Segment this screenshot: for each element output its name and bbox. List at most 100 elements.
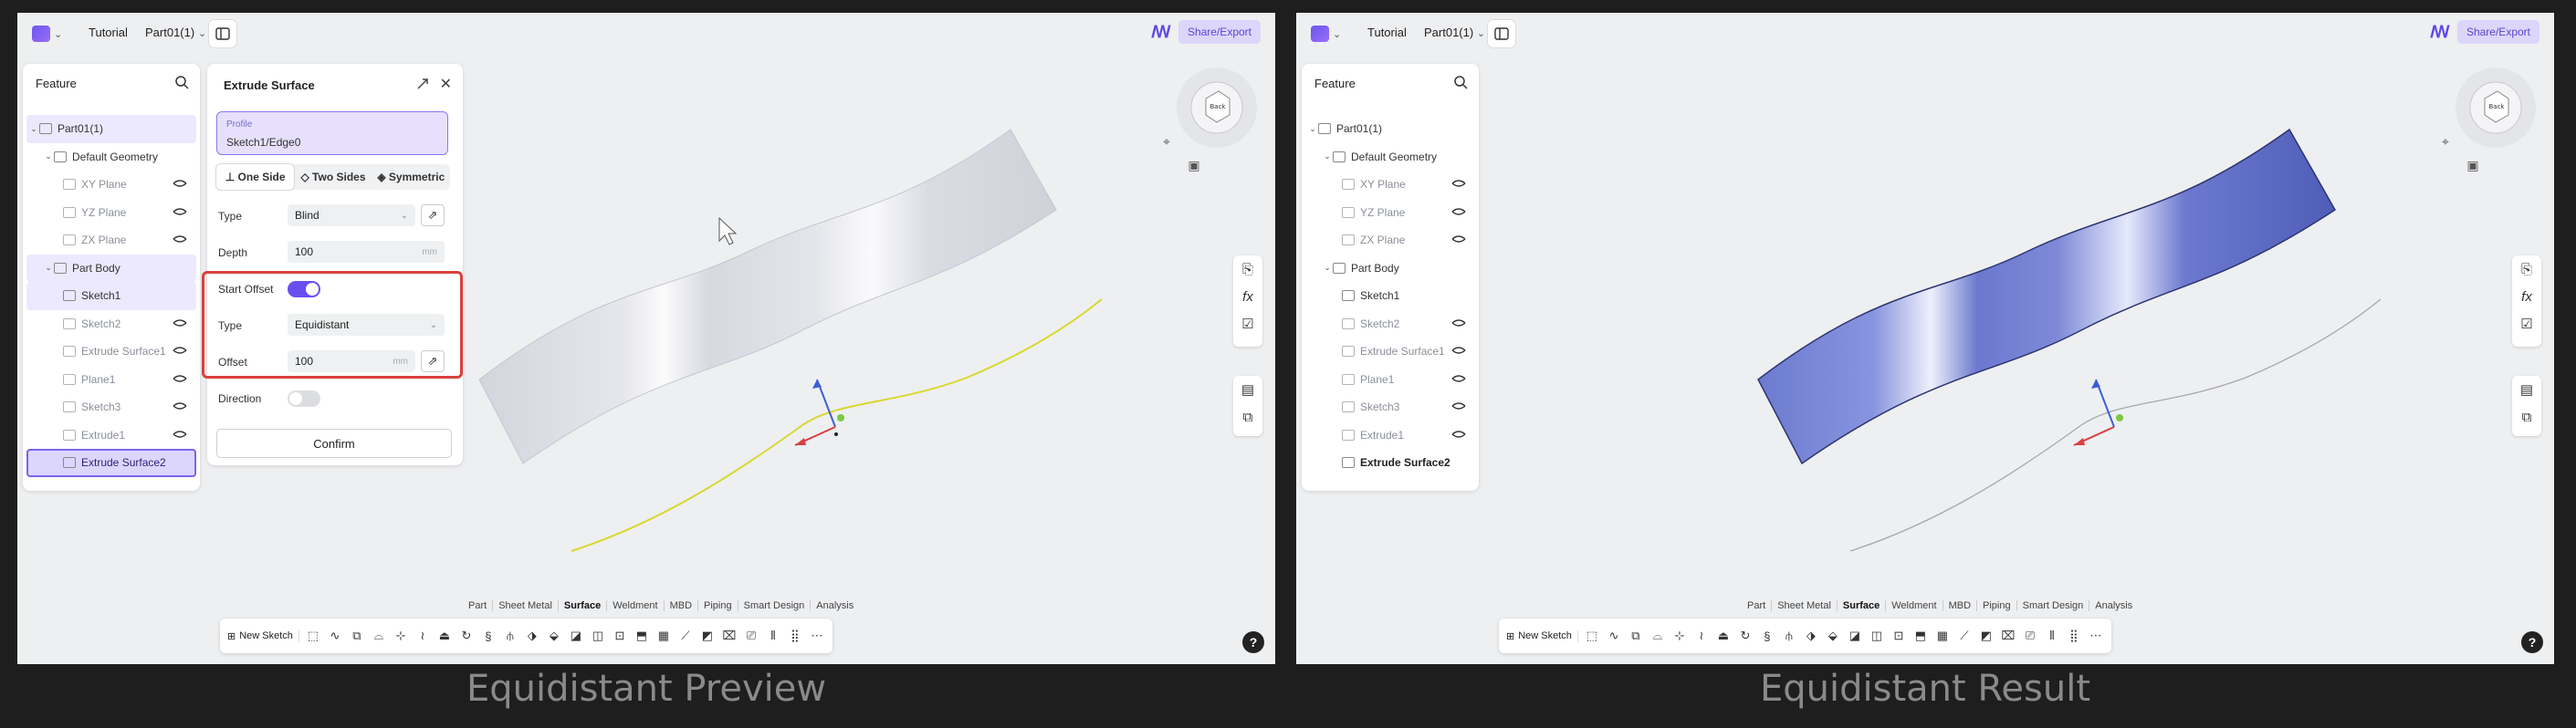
tab-smart-design[interactable]: Smart Design (2017, 600, 2090, 611)
share-export-button[interactable]: Share/Export (1178, 20, 1261, 44)
eye-icon[interactable] (173, 374, 187, 383)
tree-item-extrude1[interactable]: Extrude1 (1305, 421, 1475, 450)
offset-reverse-button[interactable]: ⇗ (421, 350, 445, 372)
new-sketch-button[interactable]: ⊞ New Sketch (227, 629, 299, 642)
breadcrumb-document[interactable]: Part01(1) ⌄ (145, 26, 206, 39)
patch-tool-icon[interactable]: ◪ (1847, 628, 1863, 644)
tree-item-extrude-surface2[interactable]: Extrude Surface2 (1305, 449, 1475, 477)
curve-tool-icon[interactable]: ∿ (1606, 628, 1622, 644)
tab-part[interactable]: Part (463, 600, 494, 611)
tree-item-extrude-surface1[interactable]: Extrude Surface1 (1305, 338, 1475, 366)
trim-tool-icon[interactable]: ◫ (1869, 628, 1885, 644)
tree-item-zx-plane[interactable]: ZX Plane (1305, 226, 1475, 255)
tree-item-yz-plane[interactable]: YZ Plane (26, 199, 196, 227)
view-cube[interactable]: Back (1173, 64, 1261, 151)
box-tool-icon[interactable]: ⬚ (1584, 628, 1600, 644)
eye-icon[interactable] (173, 318, 187, 328)
share-export-button[interactable]: Share/Export (2456, 20, 2539, 44)
replace-tool-icon[interactable]: ⎚ (2022, 628, 2038, 644)
loft-tool-icon[interactable]: ⫛ (502, 628, 518, 644)
eye-icon[interactable] (1451, 430, 1466, 439)
offset-tool-icon[interactable]: ⬙ (1825, 628, 1841, 644)
tree-item-extrude1[interactable]: Extrude1 (26, 421, 196, 450)
revolve-tool-icon[interactable]: ↻ (1737, 628, 1754, 644)
tree-item-sketch3[interactable]: Sketch3 (1305, 393, 1475, 421)
eye-icon[interactable] (1451, 207, 1466, 216)
trim-tool-icon[interactable]: ◫ (590, 628, 606, 644)
table-icon[interactable]: ▤ (1238, 376, 1258, 403)
offset-input[interactable]: 100 mm (288, 350, 415, 372)
help-icon[interactable]: ? (2521, 631, 2543, 653)
thicken-tool-icon[interactable]: ▦ (655, 628, 672, 644)
tree-item-yz-plane[interactable]: YZ Plane (1305, 199, 1475, 227)
tab-sheet-metal[interactable]: Sheet Metal (493, 600, 559, 611)
tab-mbd[interactable]: MBD (665, 600, 699, 611)
offset-tool-icon[interactable]: ⬙ (546, 628, 562, 644)
eye-icon[interactable] (1451, 235, 1466, 244)
tree-item-extrude-surface2[interactable]: Extrude Surface2 (26, 449, 196, 477)
spline-tool-icon[interactable]: ≀ (414, 628, 431, 644)
tree-item-sketch3[interactable]: Sketch3 (26, 393, 196, 421)
assembly-icon[interactable]: ⧉ (2517, 403, 2537, 431)
patch-tool-icon[interactable]: ◪ (568, 628, 584, 644)
delete-face-tool-icon[interactable]: ⌧ (2000, 628, 2016, 644)
tab-surface[interactable]: Surface (1838, 600, 1887, 611)
tab-mbd[interactable]: MBD (1943, 600, 1978, 611)
breadcrumb-document[interactable]: Part01(1) ⌄ (1424, 26, 1485, 39)
mirror-tool-icon[interactable]: ⫴ (2044, 628, 2060, 644)
delete-face-tool-icon[interactable]: ⌧ (721, 628, 738, 644)
tab-analysis[interactable]: Analysis (811, 600, 859, 611)
fit-view-icon[interactable]: ⌖ (1158, 133, 1175, 150)
face-tool-icon[interactable]: ◩ (699, 628, 716, 644)
checklist-icon[interactable]: ☑ (2517, 310, 2537, 338)
tree-item-zx-plane[interactable]: ZX Plane (26, 226, 196, 255)
tree-item-default-geometry[interactable]: ⌄ Default Geometry (26, 143, 196, 172)
offset-type-select[interactable]: Equidistant ⌄ (288, 314, 445, 336)
tab-weldment[interactable]: Weldment (607, 600, 665, 611)
mode-symmetric[interactable]: ◈ Symmetric (372, 164, 450, 190)
display-mode-icon[interactable]: ▣ (1186, 157, 1202, 173)
mode-one-side[interactable]: ⊥ One Side (216, 164, 295, 190)
split-tool-icon[interactable]: ⊹ (393, 628, 409, 644)
more-tools-icon[interactable]: ⋯ (2088, 628, 2104, 644)
tree-item-part-body[interactable]: ⌄ Part Body (1305, 255, 1475, 283)
face-tool-icon[interactable]: ◩ (1978, 628, 1995, 644)
knit-tool-icon[interactable]: ⬒ (634, 628, 650, 644)
knit-tool-icon[interactable]: ⬒ (1912, 628, 1929, 644)
more-tools-icon[interactable]: ⋯ (809, 628, 825, 644)
box-tool-icon[interactable]: ⬚ (305, 628, 321, 644)
spline-tool-icon[interactable]: ≀ (1693, 628, 1710, 644)
type-select[interactable]: Blind ⌄ (288, 204, 415, 226)
tree-item-sketch2[interactable]: Sketch2 (1305, 310, 1475, 338)
eye-icon[interactable] (173, 402, 187, 411)
close-icon[interactable]: ✕ (440, 75, 452, 93)
tree-item-xy-plane[interactable]: XY Plane (1305, 171, 1475, 199)
parameters-icon[interactable]: ⎘ (2517, 255, 2537, 283)
tree-item-plane1[interactable]: Plane1 (26, 366, 196, 394)
tree-item-extrude-surface1[interactable]: Extrude Surface1 (26, 338, 196, 366)
app-menu-button[interactable]: ⌄ (32, 22, 68, 46)
tab-analysis[interactable]: Analysis (2089, 600, 2138, 611)
tree-item-part-body[interactable]: ⌄ Part Body (26, 254, 196, 282)
search-icon[interactable] (1453, 75, 1468, 89)
eye-icon[interactable] (1451, 347, 1466, 355)
tab-part[interactable]: Part (1742, 600, 1773, 611)
extrude-tool-icon[interactable]: ⏏ (1715, 628, 1732, 644)
layers-tool-icon[interactable]: ⧉ (349, 628, 365, 644)
replace-tool-icon[interactable]: ⎚ (743, 628, 759, 644)
split-tool-icon[interactable]: ⊹ (1671, 628, 1688, 644)
helix-tool-icon[interactable]: § (1759, 628, 1775, 644)
helix-tool-icon[interactable]: § (480, 628, 497, 644)
extend-tool-icon[interactable]: ⊡ (612, 628, 628, 644)
breadcrumb-tutorial[interactable]: Tutorial (89, 26, 128, 39)
extrude-tool-icon[interactable]: ⏏ (436, 628, 453, 644)
eye-icon[interactable] (1451, 402, 1466, 411)
view-cube[interactable]: Back (2452, 64, 2539, 151)
tree-item-sketch2[interactable]: Sketch2 (26, 310, 196, 338)
depth-input[interactable]: 100 mm (288, 241, 445, 263)
confirm-button[interactable]: Confirm (216, 429, 452, 458)
ruled-tool-icon[interactable]: ⟋ (1956, 628, 1973, 644)
assembly-icon[interactable]: ⧉ (1238, 403, 1258, 431)
eye-icon[interactable] (1451, 318, 1466, 328)
help-icon[interactable]: ? (1242, 631, 1264, 653)
